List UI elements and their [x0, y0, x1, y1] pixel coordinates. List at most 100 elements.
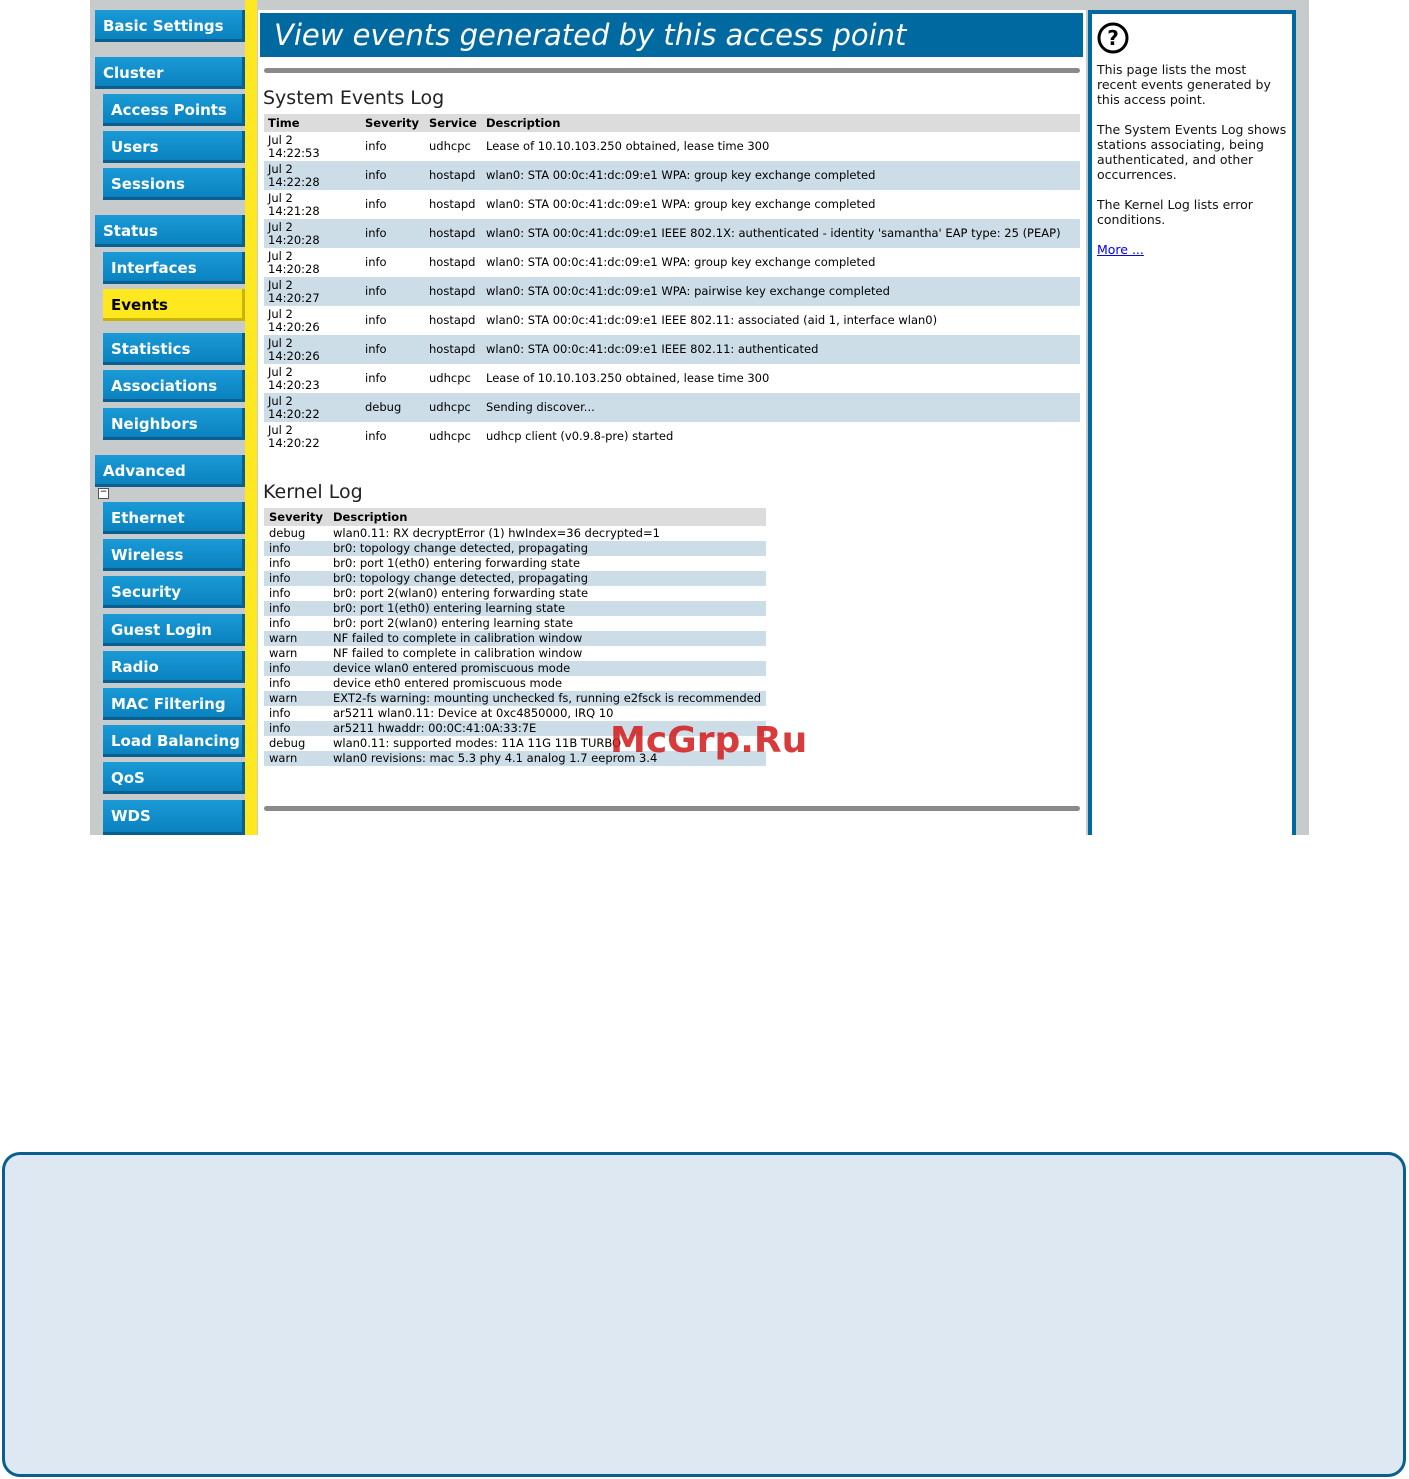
- service-cell: hostapd: [425, 161, 482, 190]
- table-row: Jul 2 14:20:26 info hostapd wlan0: STA 00:0c…: [264, 335, 1080, 364]
- time-cell: Jul 2 14:20:28: [264, 219, 361, 248]
- help-text-1: This page lists the most recent events g…: [1097, 62, 1271, 107]
- col-service: Service: [425, 114, 482, 132]
- event-date: Jul 2: [268, 190, 293, 205]
- nav-wds[interactable]: WDS: [103, 800, 245, 835]
- event-time: 14:20:22: [268, 435, 320, 450]
- severity-cell: info: [361, 277, 425, 306]
- table-row: info device eth0 entered promiscuous mode: [264, 676, 766, 691]
- description-cell: wlan0: STA 00:0c:41:dc:09:e1 WPA: pairwi…: [482, 277, 1080, 306]
- table-row: Jul 2 14:20:28 info hostapd wlan0: STA 00:0c…: [264, 219, 1080, 248]
- description-cell: br0: topology change detected, propagati…: [328, 571, 766, 586]
- nav-wireless[interactable]: Wireless: [103, 539, 245, 571]
- severity-cell: info: [264, 571, 328, 586]
- description-cell: Sending discover...: [482, 393, 1080, 422]
- time-cell: Jul 2 14:20:22: [264, 422, 361, 451]
- severity-cell: warn: [264, 751, 328, 766]
- event-date: Jul 2: [268, 393, 293, 408]
- table-row: info br0: port 1(eth0) entering forwardin…: [264, 556, 766, 571]
- nav-mac-filtering[interactable]: MAC Filtering: [103, 688, 245, 720]
- service-cell: udhcpc: [429, 429, 471, 443]
- event-time: 14:20:27: [268, 290, 320, 305]
- severity-cell: info: [365, 371, 387, 385]
- description-cell: wlan0: STA 00:0c:41:dc:09:e1 WPA: group …: [486, 197, 876, 211]
- table-row: debug wlan0.11: RX decryptError (1) hwInd…: [264, 526, 766, 541]
- nav-interfaces[interactable]: Interfaces: [103, 252, 245, 284]
- nav-neighbors[interactable]: Neighbors: [103, 408, 245, 440]
- table-row: info br0: topology change detected, propa…: [264, 571, 766, 586]
- time-cell: Jul 2 14:20:26: [264, 306, 361, 335]
- description-cell: NF failed to complete in calibration win…: [328, 631, 766, 646]
- page-title: View events generated by this access poi…: [260, 13, 1083, 57]
- description-cell: wlan0: STA 00:0c:41:dc:09:e1 WPA: group …: [482, 161, 1080, 190]
- description-cell: device wlan0 entered promiscuous mode: [328, 661, 766, 676]
- service-cell: udhcpc: [429, 371, 471, 385]
- divider-top: [264, 68, 1080, 73]
- table-row: info br0: port 2(wlan0) entering learning…: [264, 616, 766, 631]
- severity-cell: debug: [269, 526, 306, 540]
- severity-cell: info: [264, 661, 328, 676]
- table-row: Jul 2 14:20:26 info hostapd wlan0: STA 00:0c…: [264, 306, 1080, 335]
- description-cell: Lease of 10.10.103.250 obtained, lease t…: [486, 371, 770, 385]
- svg-text:?: ?: [1107, 26, 1119, 50]
- description-cell: Lease of 10.10.103.250 obtained, lease t…: [486, 139, 770, 153]
- col-description: Description: [482, 114, 1080, 132]
- service-cell: hostapd: [425, 335, 482, 364]
- nav-radio[interactable]: Radio: [103, 651, 245, 683]
- table-row: info br0: topology change detected, propa…: [264, 541, 766, 556]
- nav-associations[interactable]: Associations: [103, 370, 245, 402]
- severity-cell: info: [361, 161, 425, 190]
- question-circle-icon: ?: [1097, 22, 1129, 54]
- time-cell: Jul 2 14:20:22: [264, 393, 361, 422]
- description-cell: br0: port 1(eth0) entering forwarding st…: [333, 556, 581, 570]
- nav-load-balancing[interactable]: Load Balancing: [103, 725, 245, 757]
- description-cell: device eth0 entered promiscuous mode: [333, 676, 563, 690]
- event-date: Jul 2: [268, 364, 293, 379]
- nav-access-points[interactable]: Access Points: [103, 94, 245, 126]
- event-date: Jul 2: [268, 277, 293, 292]
- nav-basic-settings[interactable]: Basic Settings: [95, 10, 245, 42]
- nav-qos[interactable]: QoS: [103, 762, 245, 794]
- help-text-3: The Kernel Log lists error conditions.: [1097, 197, 1253, 227]
- table-row: Jul 2 14:21:28 info hostapd wlan0: STA 00:0c…: [264, 190, 1080, 219]
- col-kernel-description: Description: [328, 508, 766, 526]
- severity-cell: warn: [264, 691, 328, 706]
- nav-events[interactable]: Events: [103, 289, 245, 321]
- description-cell: wlan0: STA 00:0c:41:dc:09:e1 IEEE 802.1X…: [482, 219, 1080, 248]
- divider-bottom: [264, 806, 1080, 811]
- event-date: Jul 2: [268, 219, 293, 234]
- severity-cell: info: [269, 556, 291, 570]
- system-events-table: Time Severity Service Description Jul 21…: [264, 114, 1080, 451]
- severity-cell: info: [264, 601, 328, 616]
- table-row: warn EXT2-fs warning: mounting unchecked …: [264, 691, 766, 706]
- collapse-icon[interactable]: −: [98, 488, 109, 499]
- nav-ethernet[interactable]: Ethernet: [103, 502, 245, 534]
- time-cell: Jul 2 14:22:28: [264, 161, 361, 190]
- time-cell: Jul 2 14:20:28: [264, 248, 361, 277]
- nav-status[interactable]: Status: [95, 215, 245, 247]
- nav-cluster[interactable]: Cluster: [95, 57, 245, 89]
- severity-cell: warn: [264, 631, 328, 646]
- severity-cell: info: [361, 335, 425, 364]
- event-date: Jul 2: [268, 422, 293, 437]
- severity-cell: warn: [269, 646, 298, 660]
- service-cell: hostapd: [425, 277, 482, 306]
- table-row: Jul 2 14:20:23 info udhcpc Lease of 10.10.10…: [264, 364, 1080, 393]
- nav-sessions[interactable]: Sessions: [103, 168, 245, 200]
- severity-cell: info: [269, 586, 291, 600]
- severity-cell: info: [264, 721, 328, 736]
- event-time: 14:22:53: [268, 145, 320, 160]
- event-time: 14:20:23: [268, 377, 320, 392]
- help-text-2: The System Events Log shows stations ass…: [1097, 122, 1287, 182]
- service-cell: hostapd: [429, 255, 476, 269]
- nav-users[interactable]: Users: [103, 131, 245, 163]
- nav-advanced[interactable]: Advanced: [95, 455, 245, 487]
- service-cell: hostapd: [429, 197, 476, 211]
- more-link[interactable]: More ...: [1097, 242, 1144, 257]
- table-row: Jul 2 14:20:22 info udhcpc udhcp client (v0.…: [264, 422, 1080, 451]
- description-cell: wlan0: STA 00:0c:41:dc:09:e1 IEEE 802.11…: [482, 335, 1080, 364]
- severity-cell: debug: [269, 736, 306, 750]
- nav-guest-login[interactable]: Guest Login: [103, 614, 245, 646]
- nav-statistics[interactable]: Statistics: [103, 333, 245, 365]
- nav-security[interactable]: Security: [103, 576, 245, 608]
